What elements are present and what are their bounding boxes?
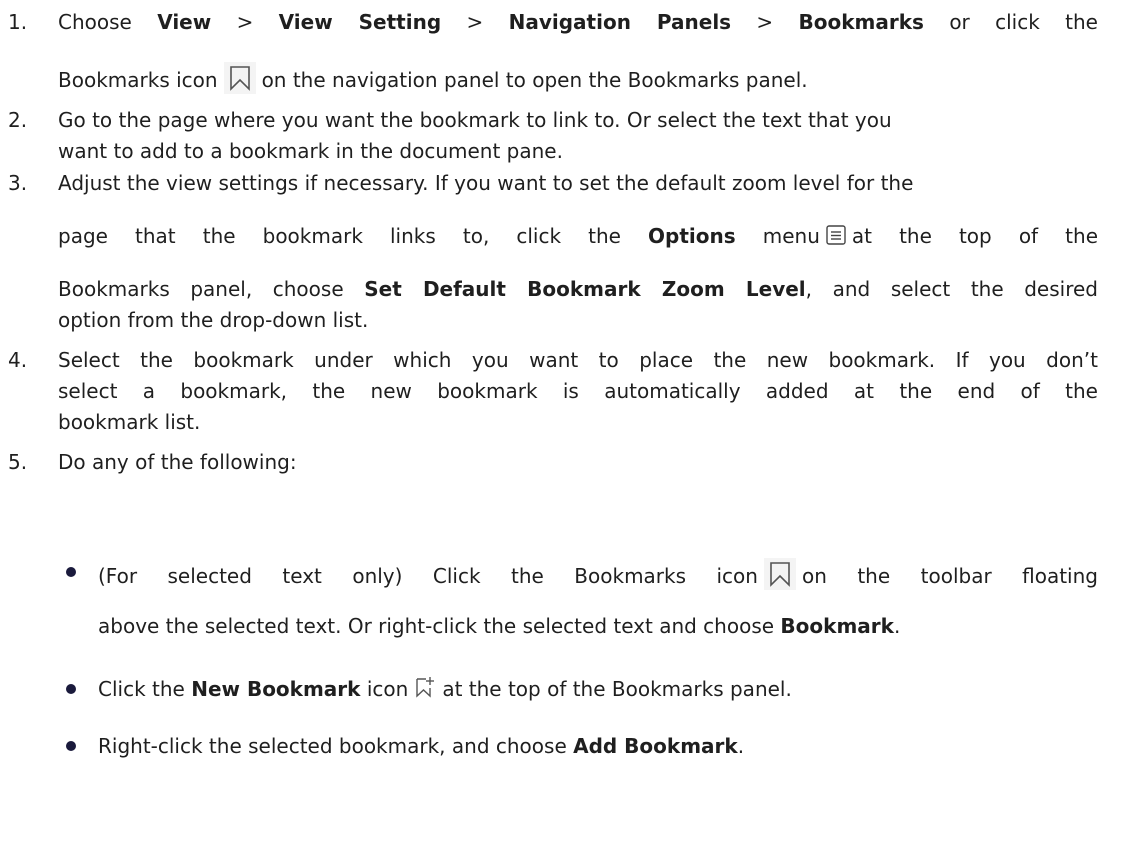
step-number: 2.: [8, 108, 28, 132]
bookmark-icon: [763, 558, 796, 597]
bullet-text: above the selected text. Or right-click …: [98, 614, 901, 638]
step-text: Adjust the view settings if necessary. I…: [58, 171, 914, 195]
step-text: option from the drop-down list.: [58, 308, 369, 332]
step-text: want to add to a bookmark in the documen…: [58, 139, 563, 163]
step-text: bookmark list.: [58, 410, 201, 434]
bullet-text: Click the New Bookmark icon at the top of…: [98, 675, 792, 705]
step-number: 1.: [8, 10, 28, 34]
bullet-text: Right-click the selected bookmark, and c…: [98, 734, 745, 758]
step-text: page that the bookmark links to, click t…: [58, 222, 1098, 252]
new-bookmark-icon: [414, 676, 436, 705]
step-number: 5.: [8, 450, 28, 474]
step-number: 3.: [8, 171, 28, 195]
bullet-dot: [66, 741, 76, 751]
options-menu-icon: [826, 224, 846, 252]
bullet-dot: [66, 684, 76, 694]
bullet-text: (For selected text only) Click the Bookm…: [98, 558, 1098, 597]
step-text: Go to the page where you want the bookma…: [58, 108, 892, 132]
step-text: Do any of the following:: [58, 450, 297, 474]
bullet-dot: [66, 567, 76, 577]
bookmark-icon: [223, 62, 256, 101]
step-number: 4.: [8, 348, 28, 372]
step-text: Bookmarks panel, choose Set Default Book…: [58, 277, 1098, 301]
step-text: select a bookmark, the new bookmark is a…: [58, 379, 1098, 403]
step-text: Bookmarks icon on the navigation panel to…: [58, 62, 808, 101]
step-text: Choose View > View Setting > Navigation …: [58, 10, 1098, 34]
step-text: Select the bookmark under which you want…: [58, 348, 1098, 372]
